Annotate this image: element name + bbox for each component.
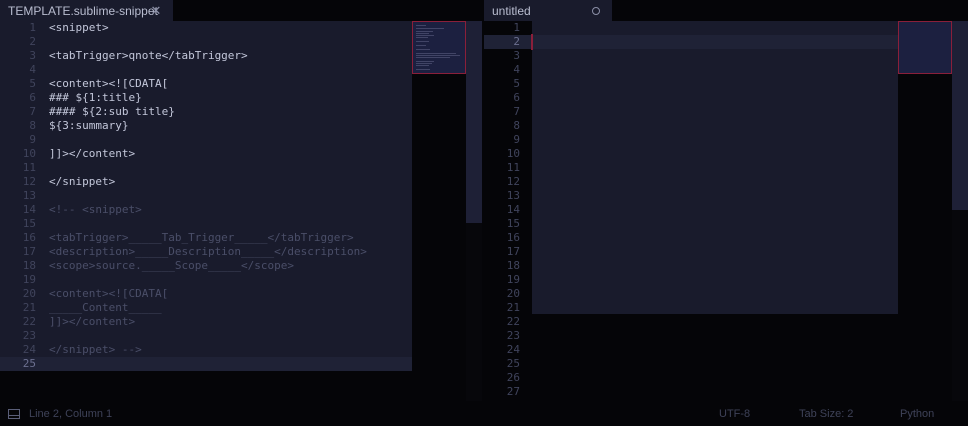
line-number: 21	[22, 301, 36, 314]
line-number: 27	[506, 385, 520, 398]
line-number: 6	[29, 91, 36, 104]
line-number: 4	[29, 63, 36, 76]
minimap[interactable]	[412, 21, 466, 401]
editor-text-area-bg	[532, 21, 898, 314]
line-number: 25	[506, 357, 520, 370]
code-line[interactable]: ${3:summary}	[49, 119, 128, 133]
line-number: 3	[513, 49, 520, 62]
code-line[interactable]: ]]></content>	[49, 147, 135, 161]
code-line[interactable]: <tabTrigger>_____Tab_Trigger_____</tabTr…	[49, 231, 354, 245]
line-number: 25	[22, 357, 36, 370]
code-line[interactable]: </snippet>	[49, 175, 115, 189]
line-number: 8	[513, 119, 520, 132]
scrollbar-thumb[interactable]	[952, 21, 968, 210]
line-number: 19	[506, 273, 520, 286]
line-number: 22	[22, 315, 36, 328]
line-number: 1	[513, 21, 520, 34]
line-number: 16	[506, 231, 520, 244]
line-number: 23	[22, 329, 36, 342]
tab-label: untitled	[492, 4, 531, 18]
line-number: 16	[22, 231, 36, 244]
line-number: 24	[22, 343, 36, 356]
line-number: 23	[506, 329, 520, 342]
line-number-gutter: 1 2 3 4 5 6 7 8 9 10 11 12 13 14 15 16 17 18 19 20 21 22 23 24 2…	[0, 21, 40, 401]
code-line[interactable]: ]]></content>	[49, 315, 135, 329]
line-number: 15	[506, 217, 520, 230]
current-line-highlight	[0, 357, 412, 371]
line-number: 2	[29, 35, 36, 48]
line-number: 7	[29, 105, 36, 118]
line-number: 11	[22, 161, 36, 174]
line-number: 9	[29, 133, 36, 146]
code-line[interactable]: <content><![CDATA[	[49, 77, 168, 91]
vertical-scrollbar[interactable]	[466, 21, 482, 401]
unsaved-dot-icon[interactable]	[592, 7, 600, 15]
editor-pane-right[interactable]: 1 2 3 4 5 6 7 8 9 10 11 12 13 14 15 16 17 18 19 20 21 22 23 24 2…	[484, 21, 968, 401]
line-number: 18	[506, 259, 520, 272]
status-bar: Line 2, Column 1 UTF-8 Tab Size: 2 Pytho…	[0, 401, 968, 426]
line-number: 10	[506, 147, 520, 160]
tab-label: TEMPLATE.sublime-snippet	[8, 4, 158, 18]
tab-size-indicator[interactable]: Tab Size: 2	[799, 408, 853, 420]
vertical-scrollbar[interactable]	[952, 21, 968, 401]
code-line[interactable]: <scope>source._____Scope_____</scope>	[49, 259, 294, 273]
code-line[interactable]: <!-- <snippet>	[49, 203, 142, 217]
code-line[interactable]: <tabTrigger>qnote</tabTrigger>	[49, 49, 248, 63]
syntax-indicator[interactable]: Python	[900, 408, 934, 420]
close-icon[interactable]: ✕	[149, 4, 163, 18]
line-number: 10	[22, 147, 36, 160]
code-line[interactable]: <content><![CDATA[	[49, 287, 168, 301]
line-number: 11	[506, 161, 520, 174]
line-number: 20	[506, 287, 520, 300]
line-number: 17	[506, 245, 520, 258]
tab-template-snippet[interactable]: TEMPLATE.sublime-snippet ✕	[0, 0, 173, 22]
line-number: 5	[513, 77, 520, 90]
line-number: 5	[29, 77, 36, 90]
code-line[interactable]: </snippet> -->	[49, 343, 142, 357]
code-line[interactable]: <description>_____Description_____</desc…	[49, 245, 367, 259]
minimap-viewport[interactable]	[898, 21, 952, 74]
line-number: 2	[513, 35, 520, 48]
encoding-indicator[interactable]: UTF-8	[719, 408, 750, 420]
line-number: 13	[506, 189, 520, 202]
code-line[interactable]: ### ${1:title}	[49, 91, 142, 105]
line-number: 21	[506, 301, 520, 314]
code-line[interactable]: #### ${2:sub title}	[49, 105, 175, 119]
line-number: 4	[513, 63, 520, 76]
tab-untitled[interactable]: untitled	[484, 0, 612, 22]
line-number: 8	[29, 119, 36, 132]
code-line[interactable]: <snippet>	[49, 21, 109, 35]
line-number: 14	[22, 203, 36, 216]
line-number: 18	[22, 259, 36, 272]
code-line[interactable]: _____Content_____	[49, 301, 162, 315]
line-number: 3	[29, 49, 36, 62]
line-number: 1	[29, 21, 36, 34]
line-number: 22	[506, 315, 520, 328]
line-number: 13	[22, 189, 36, 202]
editor-pane-left[interactable]: 1 2 3 4 5 6 7 8 9 10 11 12 13 14 15 16 17 18 19 20 21 22 23 24 2…	[0, 21, 482, 401]
scrollbar-thumb[interactable]	[466, 21, 482, 223]
current-line-highlight	[484, 35, 898, 49]
line-number: 24	[506, 343, 520, 356]
line-number: 7	[513, 105, 520, 118]
line-number: 17	[22, 245, 36, 258]
line-number-gutter: 1 2 3 4 5 6 7 8 9 10 11 12 13 14 15 16 17 18 19 20 21 22 23 24 2…	[484, 21, 524, 401]
line-number: 14	[506, 203, 520, 216]
line-number: 26	[506, 371, 520, 384]
line-number: 9	[513, 133, 520, 146]
line-number: 12	[22, 175, 36, 188]
line-number: 12	[506, 175, 520, 188]
line-number: 15	[22, 217, 36, 230]
line-number: 19	[22, 273, 36, 286]
minimap[interactable]	[898, 21, 952, 401]
text-cursor	[531, 34, 533, 50]
panel-toggle-icon[interactable]	[8, 409, 20, 419]
line-number: 20	[22, 287, 36, 300]
cursor-position: Line 2, Column 1	[29, 408, 113, 420]
line-number: 6	[513, 91, 520, 104]
